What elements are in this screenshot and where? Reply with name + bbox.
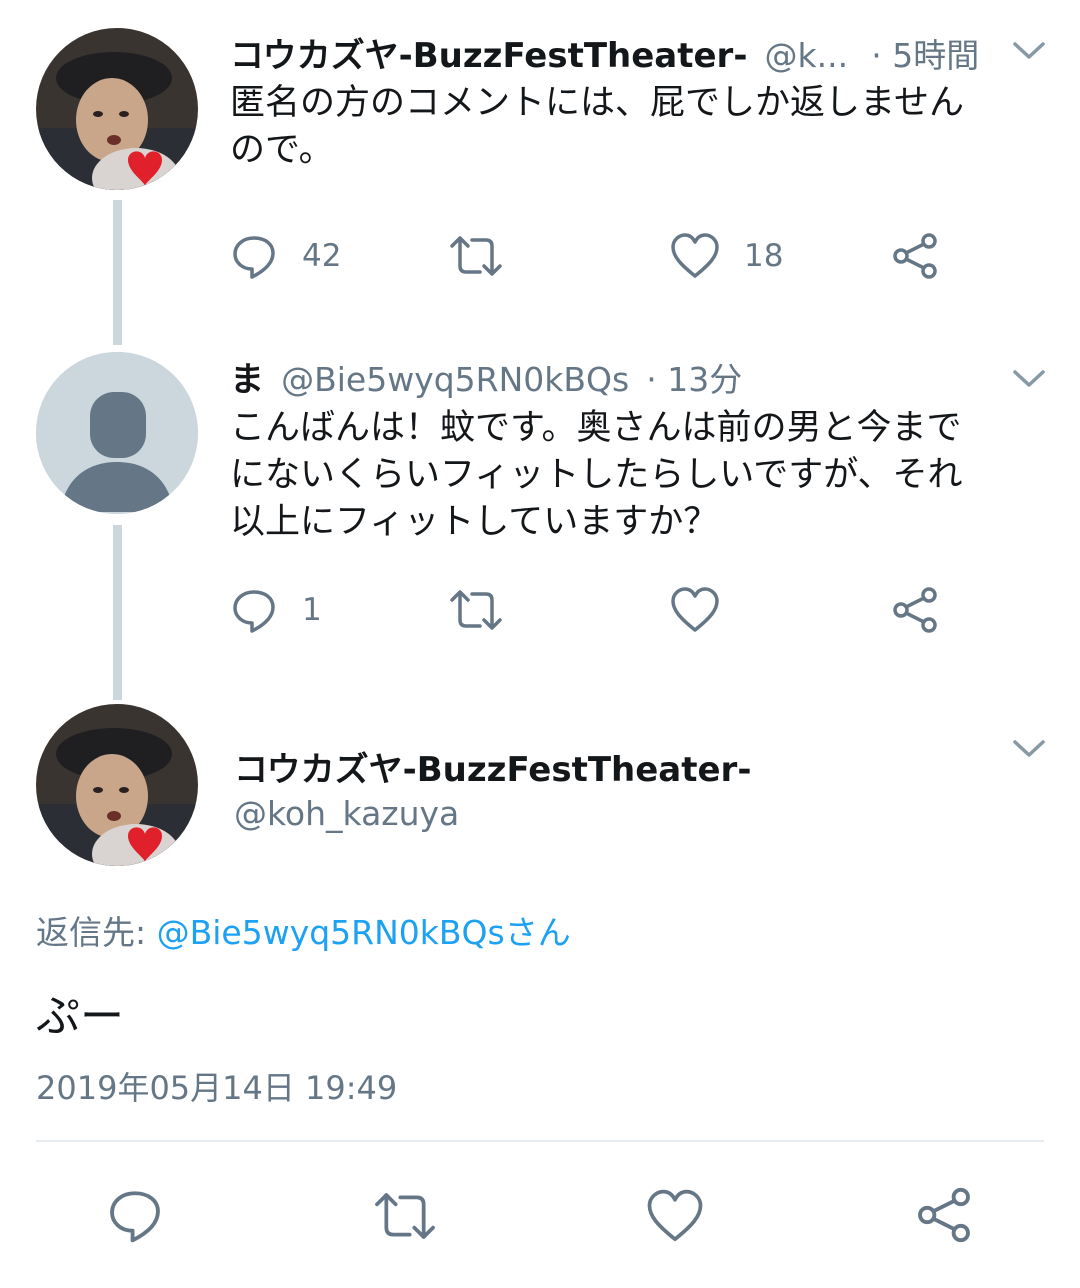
tweet1-handle[interactable]: @k... [765, 36, 849, 75]
reply-icon [233, 590, 275, 633]
tweet1-menu-button[interactable] [1012, 40, 1046, 62]
share-icon [893, 233, 937, 279]
tweet1-text-line2: ので。 [230, 130, 334, 170]
avatar-kohkazuya[interactable] [36, 28, 198, 190]
tweet2-like-button[interactable] [670, 586, 720, 634]
tweet1-like-button[interactable]: 18 [670, 232, 783, 280]
reply-to-link[interactable]: @Bie5wyq5RN0kBQsさん [157, 913, 571, 952]
like-icon [671, 587, 719, 632]
chevron-down-icon [1013, 42, 1045, 59]
tweet2-text: こんばんは！蚊です。奥さんは前の男と今まで にないくらいフィットしたらしいですが… [230, 405, 1050, 546]
tweet1-reply-count: 42 [302, 238, 342, 274]
main-tweet-text: ぷー [36, 991, 124, 1042]
share-icon [918, 1187, 970, 1243]
like-icon [647, 1189, 703, 1242]
reply-icon [233, 236, 275, 279]
tweet2-handle[interactable]: @Bie5wyq5RN0kBQs [281, 360, 629, 399]
main-like-button[interactable] [646, 1188, 704, 1244]
tweet2-text-line1: こんばんは！蚊です。奥さんは前の男と今まで [230, 408, 962, 448]
thread-line-1 [113, 200, 122, 345]
chevron-down-icon [1013, 370, 1045, 387]
tweet1-display-name[interactable]: コウカズヤ-BuzzFestTheater- [230, 36, 747, 76]
tweet1-text: 匿名の方のコメントには、屁でしか返しません ので。 [230, 80, 1050, 174]
like-icon [671, 233, 719, 278]
chevron-down-icon [1013, 740, 1045, 757]
retweet-icon [450, 236, 502, 276]
reply-context: 返信先: @Bie5wyq5RN0kBQsさん [36, 906, 571, 954]
tweet1-like-count: 18 [744, 238, 784, 274]
tweet1-text-line1: 匿名の方のコメントには、屁でしか返しません [230, 83, 964, 123]
avatar-default[interactable] [36, 352, 198, 514]
main-handle[interactable]: @koh_kazuya [234, 794, 459, 833]
thread-line-2 [113, 525, 122, 700]
tweet2-reply-button[interactable]: 1 [230, 586, 322, 634]
tweet2-menu-button[interactable] [1012, 368, 1046, 390]
main-display-name[interactable]: コウカズヤ-BuzzFestTheater- [234, 742, 751, 791]
tweet1-share-button[interactable] [890, 232, 940, 280]
tweet1-retweet-button[interactable] [448, 232, 504, 280]
reply-icon [110, 1191, 160, 1243]
tweet1-reply-button[interactable]: 42 [230, 232, 341, 280]
tweet2-text-line2: にないくらいフィットしたらしいですが、それ [230, 455, 963, 495]
tweet2-text-line3: 以上にフィットしていますか？ [230, 502, 719, 542]
tweet1-time[interactable]: · 5時間 [871, 36, 979, 75]
tweet2-share-button[interactable] [890, 586, 940, 634]
main-timestamp[interactable]: 2019年05月14日 19:49 [36, 1063, 397, 1109]
retweet-icon [450, 590, 502, 630]
reply-prefix: 返信先: [36, 913, 157, 952]
default-avatar-icon [36, 352, 198, 514]
tweet2-header: ま @Bie5wyq5RN0kBQs · 13分 [230, 352, 1030, 402]
tweet2-retweet-button[interactable] [448, 586, 504, 634]
main-retweet-button[interactable] [372, 1188, 438, 1244]
tweet2-display-name[interactable]: ま [230, 360, 264, 400]
retweet-icon [375, 1193, 435, 1239]
avatar-kohkazuya-main[interactable] [36, 704, 198, 866]
share-icon [893, 587, 937, 633]
tweet2-reply-count: 1 [302, 592, 322, 628]
tweet2-time[interactable]: · 13分 [646, 360, 742, 399]
main-menu-button[interactable] [1012, 738, 1046, 760]
main-share-button[interactable] [914, 1186, 974, 1244]
tweet1-header: コウカズヤ-BuzzFestTheater- @k... · 5時間 [230, 28, 1030, 78]
main-reply-button[interactable] [106, 1186, 164, 1244]
divider [36, 1140, 1044, 1142]
